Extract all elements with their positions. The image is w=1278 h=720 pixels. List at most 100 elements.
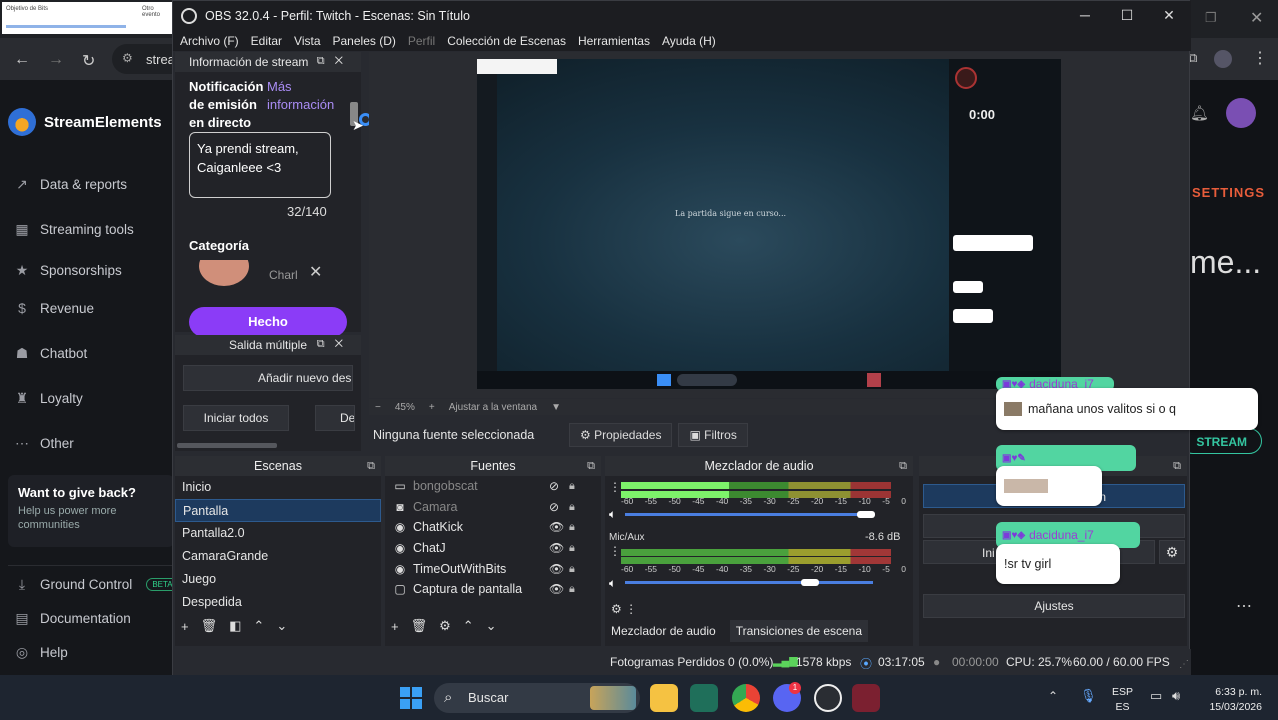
menu-coleccion-escenas[interactable]: Colección de Escenas <box>447 34 566 48</box>
browser-tab-thumbnail[interactable]: Objetivo de Bits Otro evento <box>2 2 172 34</box>
gear-icon[interactable]: ⚙ <box>439 618 451 634</box>
trash-icon[interactable]: 🗑︎ <box>411 618 428 634</box>
more-info-link[interactable]: Más información <box>267 78 347 114</box>
league-client-icon[interactable] <box>852 684 880 712</box>
add-icon[interactable]: + <box>391 619 399 634</box>
app-icon[interactable] <box>690 684 718 712</box>
bell-icon[interactable]: 🔔︎ <box>1190 104 1209 122</box>
chrome-icon[interactable] <box>732 684 760 712</box>
trash-icon[interactable]: 🗑︎ <box>201 618 218 634</box>
sidebar-item-ground-control[interactable]: ⤓ Ground Control BETA <box>14 576 179 592</box>
file-explorer-icon[interactable] <box>650 684 678 712</box>
tab-audio-mixer[interactable]: Mezclador de audio <box>611 624 716 638</box>
dock-menu-icon[interactable]: ⧉ <box>899 456 907 476</box>
stop-all-button[interactable]: De <box>315 405 355 431</box>
back-icon[interactable]: ← <box>14 51 30 69</box>
sidebar-item-streaming-tools[interactable]: ▦ Streaming tools <box>14 221 133 237</box>
menu-paneles[interactable]: Paneles (D) <box>333 34 396 48</box>
volume-slider[interactable] <box>625 513 873 516</box>
menu-vista[interactable]: Vista <box>294 34 320 48</box>
zoom-in-icon[interactable]: + <box>429 402 435 413</box>
source-item[interactable]: ◉ ChatKick 👁︎ 🔒︎ <box>385 517 601 538</box>
sidebar-item-revenue[interactable]: $ Revenue <box>14 300 94 316</box>
sidebar-item-other[interactable]: ⋯ Other <box>14 435 74 451</box>
chevron-up-icon[interactable]: ⌃ <box>1048 689 1058 703</box>
zoom-out-icon[interactable]: − <box>375 402 381 413</box>
horizontal-scrollbar[interactable] <box>177 443 277 448</box>
site-info-icon[interactable]: ⚙ <box>122 51 133 65</box>
stream-button[interactable]: STREAM <box>1180 428 1262 454</box>
source-item[interactable]: ▢ Captura de pantalla 👁︎ 🔒︎ <box>385 579 601 600</box>
scene-item[interactable]: Juego <box>175 568 381 591</box>
sidebar-item-help[interactable]: ◎ Help <box>14 644 68 660</box>
start-icon[interactable] <box>400 687 422 709</box>
source-item[interactable]: ◉ ChatJ 👁︎ 🔒︎ <box>385 538 601 559</box>
user-avatar[interactable] <box>1226 98 1256 128</box>
start-all-button[interactable]: Iniciar todos <box>183 405 289 431</box>
remove-category-icon[interactable]: ✕ <box>309 262 322 282</box>
source-item[interactable]: ▭ bongobscat ⊘ 🔒︎ <box>385 476 601 497</box>
volume-knob[interactable] <box>857 511 875 518</box>
sidebar-item-chatbot[interactable]: ☗ Chatbot <box>14 345 88 361</box>
settings-button[interactable]: Ajustes <box>923 594 1185 618</box>
scene-item-selected[interactable]: Pantalla <box>175 499 381 522</box>
chevron-down-icon[interactable]: ⌄ <box>276 618 287 634</box>
source-item[interactable]: ◉ TimeOutWithBits 👁︎ 🔒︎ <box>385 559 601 580</box>
menu-ayuda[interactable]: Ayuda (H) <box>662 34 716 48</box>
menu-perfil[interactable]: Perfil <box>408 34 435 48</box>
sidebar-item-loyalty[interactable]: ♜ Loyalty <box>14 390 83 406</box>
language-indicator[interactable]: ESP ES <box>1112 685 1133 715</box>
dock-menu-icon[interactable]: ⧉ <box>1173 456 1181 476</box>
lock-icon[interactable]: 🔒︎ <box>569 538 575 559</box>
lock-icon[interactable]: 🔒︎ <box>569 476 575 497</box>
taskbar-search[interactable]: ⌕ Buscar <box>434 683 640 713</box>
close-icon[interactable]: ✕ <box>1159 7 1179 24</box>
chevron-up-icon[interactable]: ⌃ <box>253 618 264 634</box>
lock-icon[interactable]: 🔒︎ <box>569 579 575 600</box>
clock[interactable]: 6:33 p. m. 15/03/2026 <box>1198 685 1262 715</box>
eye-icon[interactable]: 👁︎ <box>549 579 564 600</box>
add-icon[interactable]: + <box>181 619 189 634</box>
source-item[interactable]: ◙ Camara ⊘ 🔒︎ <box>385 497 601 518</box>
speaker-icon[interactable]: 🔊︎ <box>1172 688 1180 704</box>
filters-button[interactable]: ▣ Filtros <box>678 423 748 447</box>
preview-area[interactable]: 0:00 La partida sigue en curso... <box>369 52 1189 398</box>
profile-avatar[interactable] <box>1214 50 1232 68</box>
forward-icon[interactable]: → <box>48 51 64 69</box>
filter-icon[interactable]: ◧ <box>229 618 241 634</box>
more-icon[interactable]: ⋮ <box>609 544 621 558</box>
volume-icon[interactable]: 🔈︎ <box>609 507 616 522</box>
maximize-icon[interactable]: ☐ <box>1117 7 1137 24</box>
mixer-settings-icon[interactable]: ⚙ ⋮ <box>611 602 637 616</box>
properties-button[interactable]: ⚙ Propiedades <box>569 423 673 447</box>
tab-scene-transitions[interactable]: Transiciones de escena <box>729 620 869 642</box>
volume-slider[interactable] <box>625 581 873 584</box>
sidebar-item-documentation[interactable]: ▤ Documentation <box>14 610 130 626</box>
more-icon[interactable]: ⋯ <box>1236 596 1252 616</box>
reload-icon[interactable]: ↻ <box>82 51 95 71</box>
dock-menu-icon[interactable]: ⧉ <box>367 456 375 476</box>
scene-item[interactable]: Pantalla2.0 <box>175 522 381 545</box>
notification-textarea[interactable]: Ya prendi stream, Caiganleee <3 <box>189 132 331 198</box>
close-icon[interactable]: ✕ <box>1250 8 1263 28</box>
obs-icon[interactable] <box>814 684 842 712</box>
menu-icon[interactable]: ⋮ <box>1252 48 1268 68</box>
eye-hidden-icon[interactable]: ⊘ <box>549 476 559 497</box>
eye-hidden-icon[interactable]: ⊘ <box>549 497 559 518</box>
sidebar-item-data-reports[interactable]: ↗ Data & reports <box>14 176 127 192</box>
chevron-down-icon[interactable]: ▼ <box>551 402 561 413</box>
scene-item[interactable]: Inicio <box>175 476 381 499</box>
dock-menu-icon[interactable]: ⧉ <box>587 456 595 476</box>
dock-controls[interactable]: ⧉✕ <box>317 55 353 68</box>
dock-controls[interactable]: ⧉✕ <box>317 338 353 351</box>
lock-icon[interactable]: 🔒︎ <box>569 497 575 518</box>
lock-icon[interactable]: 🔒︎ <box>569 517 575 538</box>
menu-archivo[interactable]: Archivo (F) <box>180 34 239 48</box>
scene-item[interactable]: CamaraGrande <box>175 545 381 568</box>
chevron-up-icon[interactable]: ⌃ <box>463 618 474 634</box>
more-icon[interactable]: ⋮ <box>609 480 621 494</box>
streamelements-logo[interactable]: StreamElements <box>8 108 162 136</box>
menu-herramientas[interactable]: Herramientas <box>578 34 650 48</box>
minimize-icon[interactable]: ─ <box>1075 7 1095 23</box>
menu-editar[interactable]: Editar <box>251 34 282 48</box>
